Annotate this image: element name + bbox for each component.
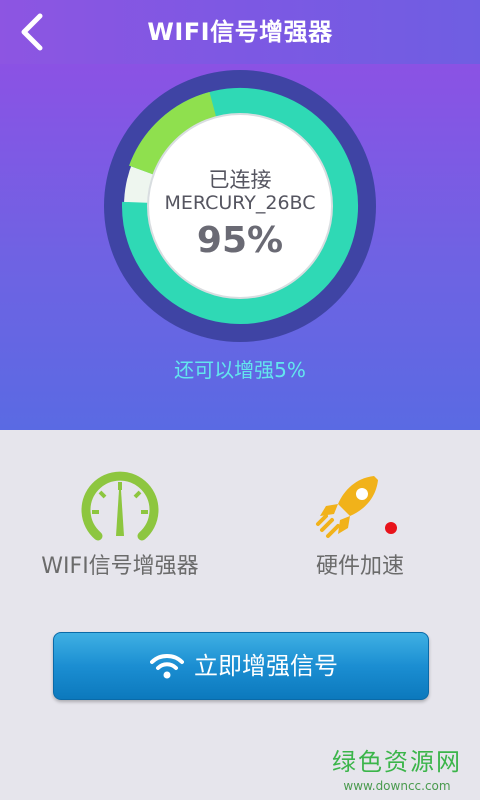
feature-hardware-accel[interactable]: 硬件加速 <box>250 460 470 590</box>
boost-button-label: 立即增强信号 <box>194 652 338 680</box>
feature-signal-booster[interactable]: WIFI信号增强器 <box>10 460 230 590</box>
gauge-icon <box>81 471 159 541</box>
network-ssid: MERCURY_26BC <box>164 192 316 214</box>
feature-label: WIFI信号增强器 <box>41 554 199 579</box>
feature-grid: WIFI信号增强器 硬件加速 <box>0 430 480 620</box>
signal-percent: 95% <box>196 220 284 261</box>
title-bar: WIFI信号增强器 <box>0 0 480 64</box>
signal-panel: 已连接 MERCURY_26BC 95% 还可以增强5% <box>0 64 480 430</box>
wifi-icon <box>150 654 184 679</box>
gauge-readout: 已连接 MERCURY_26BC 95% <box>104 70 376 342</box>
boost-hint: 还可以增强5% <box>174 358 306 382</box>
boost-signal-button[interactable]: 立即增强信号 <box>53 632 429 700</box>
rocket-icon <box>316 476 378 538</box>
watermark-text: 绿色资源网 <box>332 748 462 776</box>
feature-label: 硬件加速 <box>315 554 404 579</box>
page-title: WIFI信号增强器 <box>147 18 333 46</box>
connection-status: 已连接 <box>208 168 272 192</box>
watermark-url: www.downcc.com <box>343 779 451 793</box>
watermark: 绿色资源网 www.downcc.com <box>332 742 462 793</box>
notification-dot <box>385 522 397 534</box>
